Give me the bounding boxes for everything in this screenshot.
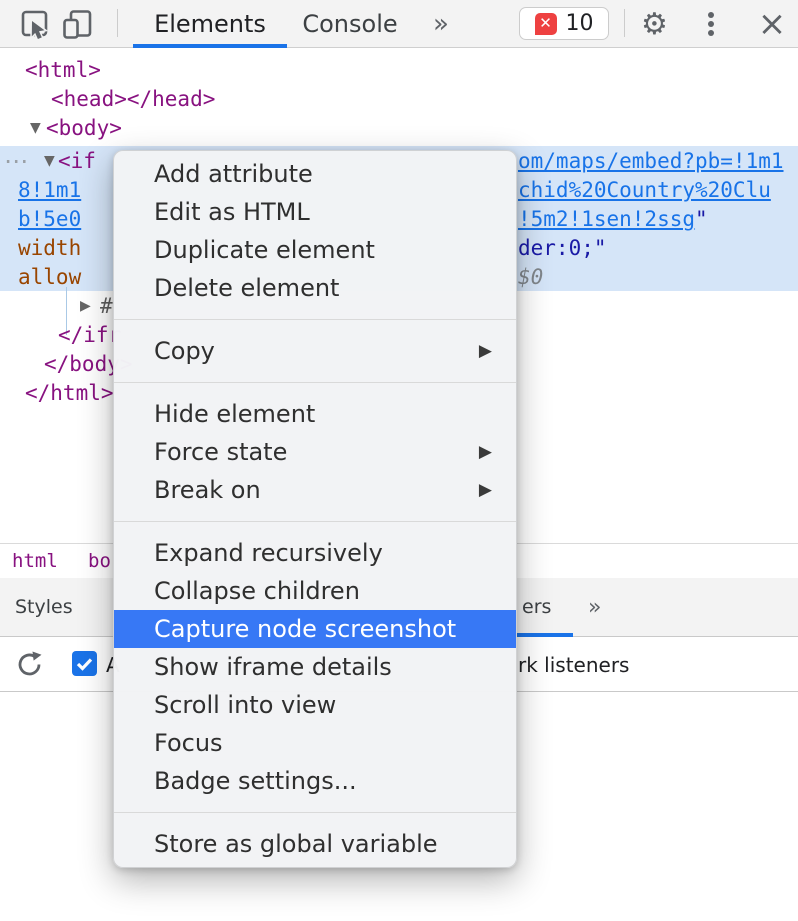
menu-separator [114, 382, 516, 383]
body-collapse-arrow-icon[interactable]: ▼ [30, 114, 41, 143]
submenu-arrow-icon: ▶ [479, 480, 492, 500]
menu-item-duplicate-element[interactable]: Duplicate element [114, 231, 516, 269]
menu-item-expand-recursively[interactable]: Expand recursively [114, 534, 516, 572]
framework-listeners-label-fragment: rk listeners [518, 638, 629, 691]
tab-elements[interactable]: Elements [133, 0, 287, 47]
iframe-src-link-fragment[interactable]: 8!1m1 [18, 176, 81, 205]
tab-elements-label: Elements [154, 10, 266, 38]
tab-console-label: Console [302, 10, 397, 38]
document-node-fragment[interactable]: # [100, 292, 113, 321]
dollar-zero-marker: $0 [518, 263, 543, 292]
menu-item-delete-element[interactable]: Delete element [114, 269, 516, 307]
sidebar-more-tabs-chevron-icon[interactable]: » [588, 578, 601, 636]
menu-item-capture-node-screenshot[interactable]: Capture node screenshot [114, 610, 516, 648]
ancestors-checkbox[interactable] [72, 651, 97, 676]
iframe-src-link-fragment[interactable]: chid%20Country%20Clu [518, 176, 771, 205]
menu-item-force-state[interactable]: Force state▶ [114, 433, 516, 471]
menu-item-collapse-children[interactable]: Collapse children [114, 572, 516, 610]
devtools-window: Elements Console » ✕ 10 ⚙ × <html> <head… [0, 0, 798, 921]
breadcrumb-body-fragment[interactable]: bo [88, 544, 111, 577]
error-count-badge[interactable]: ✕ 10 [519, 7, 609, 40]
toggle-device-toolbar-icon[interactable] [62, 9, 92, 39]
head-node[interactable]: <head></head> [51, 85, 215, 114]
refresh-icon[interactable] [15, 650, 44, 679]
breadcrumb-html[interactable]: html [12, 544, 58, 577]
document-expand-arrow-icon[interactable]: ▶ [80, 292, 91, 321]
iframe-width-attr-fragment: width [18, 234, 81, 263]
submenu-arrow-icon: ▶ [479, 341, 492, 361]
iframe-src-link-fragment[interactable]: b!5e0 [18, 205, 81, 234]
menu-item-edit-as-html[interactable]: Edit as HTML [114, 193, 516, 231]
menu-item-break-on[interactable]: Break on▶ [114, 471, 516, 509]
menu-separator [114, 319, 516, 320]
menu-item-scroll-into-view[interactable]: Scroll into view [114, 686, 516, 724]
iframe-allow-attr-fragment: allow [18, 263, 81, 292]
close-devtools-icon[interactable]: × [752, 0, 792, 48]
body-open-tag[interactable]: <body> [46, 114, 122, 143]
tab-elements-active-underline [133, 44, 287, 48]
menu-item-copy[interactable]: Copy▶ [114, 332, 516, 370]
menu-item-show-iframe-details[interactable]: Show iframe details [114, 648, 516, 686]
iframe-src-link-fragment[interactable]: om/maps/embed?pb=!1m1 [518, 147, 784, 176]
iframe-style-value-fragment: der:0;" [518, 234, 607, 263]
html-close-tag[interactable]: </html> [25, 379, 114, 408]
checkmark-icon [72, 651, 97, 676]
tab-console[interactable]: Console [297, 0, 403, 47]
menu-item-badge-settings[interactable]: Badge settings... [114, 762, 516, 800]
devtools-toolbar: Elements Console » ✕ 10 ⚙ × [0, 0, 798, 48]
iframe-src-link-fragment[interactable]: !5m2!1sen!2ssg" [518, 205, 708, 234]
error-count: 10 [566, 11, 594, 36]
menu-item-hide-element[interactable]: Hide element [114, 395, 516, 433]
node-overflow-dots-icon[interactable]: ⋯ [4, 147, 28, 176]
context-menu: Add attribute Edit as HTML Duplicate ele… [113, 150, 517, 868]
menu-separator [114, 812, 516, 813]
html-open-tag[interactable]: <html> [25, 56, 101, 85]
menu-item-focus[interactable]: Focus [114, 724, 516, 762]
tab-styles[interactable]: Styles [15, 578, 73, 636]
iframe-collapse-arrow-icon[interactable]: ▼ [44, 147, 55, 176]
customize-menu-kebab-icon[interactable] [708, 12, 714, 36]
error-icon: ✕ [535, 13, 557, 35]
iframe-close-tag-fragment[interactable]: </ifr [58, 321, 121, 350]
menu-item-store-as-global-variable[interactable]: Store as global variable [114, 825, 516, 863]
more-tabs-chevron-icon[interactable]: » [433, 0, 449, 47]
menu-separator [114, 521, 516, 522]
toolbar-divider [624, 9, 625, 37]
menu-item-add-attribute[interactable]: Add attribute [114, 155, 516, 193]
tab-event-listeners-fragment[interactable]: ers [522, 578, 551, 636]
toolbar-divider [117, 9, 118, 37]
inspect-element-icon[interactable] [20, 9, 50, 39]
settings-gear-icon[interactable]: ⚙ [641, 0, 668, 48]
iframe-open-tag-fragment[interactable]: <if [58, 147, 96, 176]
submenu-arrow-icon: ▶ [479, 442, 492, 462]
